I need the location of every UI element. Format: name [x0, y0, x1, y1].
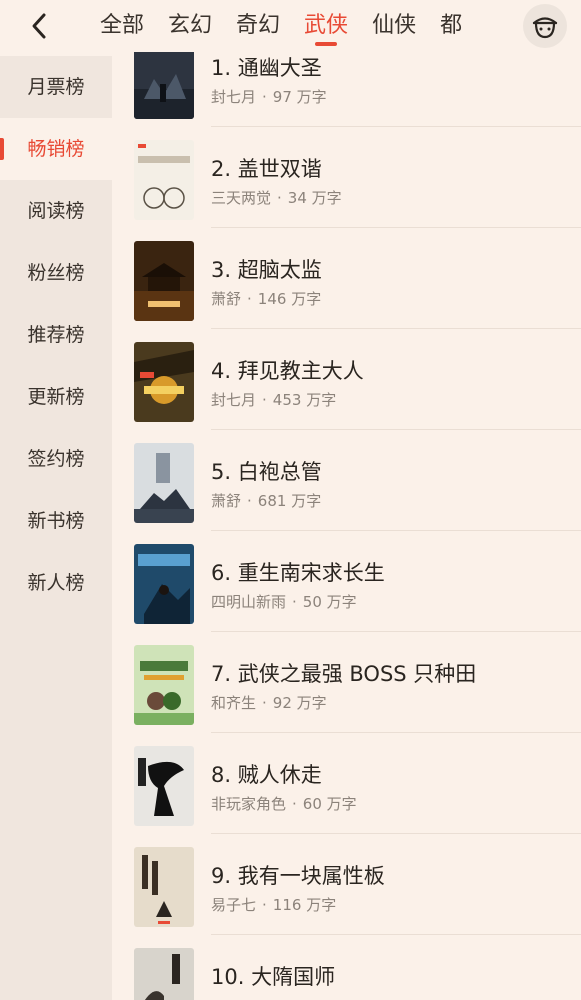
- book-meta: 萧舒 · 146 万字: [211, 290, 322, 308]
- tab-all[interactable]: 全部: [100, 0, 144, 52]
- tab-dushi[interactable]: 都: [440, 0, 462, 52]
- book-author: 和齐生: [211, 694, 257, 712]
- book-cover: [134, 342, 194, 422]
- book-words: 92 万字: [272, 694, 327, 712]
- book-cover: [134, 645, 194, 725]
- sidebar-item-update[interactable]: 更新榜: [0, 366, 112, 428]
- book-info: 7. 武侠之最强 BOSS 只种田 和齐生 · 92 万字: [211, 632, 581, 733]
- book-title: 6. 重生南宋求长生: [211, 561, 385, 585]
- book-author: 封七月: [211, 88, 257, 106]
- book-meta: 三天两觉 · 34 万字: [211, 189, 342, 207]
- sidebar-item-recommend[interactable]: 推荐榜: [0, 304, 112, 366]
- book-cover: [134, 443, 194, 523]
- tab-xuanhuan[interactable]: 玄幻: [168, 0, 212, 52]
- book-words: 97 万字: [272, 88, 327, 106]
- book-title: 4. 拜见教主大人: [211, 359, 364, 383]
- sidebar-item-monthly-ticket[interactable]: 月票榜: [0, 56, 112, 118]
- book-words: 681 万字: [257, 492, 322, 510]
- book-author: 萧舒: [211, 290, 242, 308]
- sidebar-item-bestseller[interactable]: 畅销榜: [0, 118, 112, 180]
- book-cover: [134, 948, 194, 1000]
- book-meta: 封七月 · 453 万字: [211, 391, 337, 409]
- book-title: 1. 通幽大圣: [211, 56, 322, 80]
- book-item[interactable]: 8. 贼人休走 非玩家角色 · 60 万字: [112, 733, 581, 834]
- book-meta: 和齐生 · 92 万字: [211, 694, 327, 712]
- avatar-button[interactable]: [523, 4, 567, 48]
- book-author: 四明山新雨: [211, 593, 287, 611]
- user-avatar-icon: [532, 17, 558, 39]
- book-info: 2. 盖世双谐 三天两觉 · 34 万字: [211, 127, 581, 228]
- book-item[interactable]: 10. 大隋国师: [112, 935, 581, 1000]
- book-meta: 萧舒 · 681 万字: [211, 492, 322, 510]
- category-tabs: 全部 玄幻 奇幻 武侠 仙侠都: [100, 0, 510, 52]
- book-item[interactable]: 7. 武侠之最强 BOSS 只种田 和齐生 · 92 万字: [112, 632, 581, 733]
- book-cover: [134, 847, 194, 927]
- sidebar-item-fans[interactable]: 粉丝榜: [0, 242, 112, 304]
- book-cover: [134, 746, 194, 826]
- book-author: 非玩家角色: [211, 795, 287, 813]
- book-words: 146 万字: [257, 290, 322, 308]
- book-words: 453 万字: [272, 391, 337, 409]
- sidebar-item-reading[interactable]: 阅读榜: [0, 180, 112, 242]
- book-words: 60 万字: [302, 795, 357, 813]
- book-item[interactable]: 5. 白袍总管 萧舒 · 681 万字: [112, 430, 581, 531]
- book-title: 8. 贼人休走: [211, 763, 322, 787]
- book-title: 2. 盖世双谐: [211, 157, 322, 181]
- book-title: 5. 白袍总管: [211, 460, 322, 484]
- chevron-left-icon: [32, 13, 46, 39]
- book-title: 9. 我有一块属性板: [211, 864, 385, 888]
- book-item[interactable]: 4. 拜见教主大人 封七月 · 453 万字: [112, 329, 581, 430]
- book-cover: [134, 241, 194, 321]
- tab-qihuan[interactable]: 奇幻: [236, 0, 280, 52]
- book-item[interactable]: 2. 盖世双谐 三天两觉 · 34 万字: [112, 127, 581, 228]
- book-title: 7. 武侠之最强 BOSS 只种田: [211, 662, 477, 686]
- book-author: 易子七: [211, 896, 257, 914]
- sidebar-item-new-author[interactable]: 新人榜: [0, 552, 112, 614]
- book-item[interactable]: 3. 超脑太监 萧舒 · 146 万字: [112, 228, 581, 329]
- book-info: 9. 我有一块属性板 易子七 · 116 万字: [211, 834, 581, 935]
- book-info: 10. 大隋国师: [211, 935, 581, 1000]
- tab-xianxia[interactable]: 仙侠: [372, 0, 416, 52]
- ranking-sidebar: 月票榜 畅销榜 阅读榜 粉丝榜 推荐榜 更新榜 签约榜 新书榜 新人榜: [0, 56, 112, 1000]
- sidebar-item-new-book[interactable]: 新书榜: [0, 490, 112, 552]
- tab-wuxia[interactable]: 武侠: [304, 0, 348, 52]
- book-meta: 四明山新雨 · 50 万字: [211, 593, 357, 611]
- book-item[interactable]: 9. 我有一块属性板 易子七 · 116 万字: [112, 834, 581, 935]
- tabs-fade: [470, 0, 520, 52]
- book-info: 4. 拜见教主大人 封七月 · 453 万字: [211, 329, 581, 430]
- book-item[interactable]: 6. 重生南宋求长生 四明山新雨 · 50 万字: [112, 531, 581, 632]
- book-cover: [134, 140, 194, 220]
- top-bar: 全部 玄幻 奇幻 武侠 仙侠都: [0, 0, 581, 52]
- book-author: 三天两觉: [211, 189, 272, 207]
- back-button[interactable]: [22, 8, 56, 44]
- book-author: 萧舒: [211, 492, 242, 510]
- book-meta: 易子七 · 116 万字: [211, 896, 337, 914]
- book-info: 6. 重生南宋求长生 四明山新雨 · 50 万字: [211, 531, 581, 632]
- book-words: 34 万字: [287, 189, 342, 207]
- book-list: 1. 通幽大圣 封七月·97 万字 2. 盖世双谐 三天两觉·34 万字: [112, 26, 581, 1000]
- book-author: 封七月: [211, 391, 257, 409]
- book-info: 5. 白袍总管 萧舒 · 681 万字: [211, 430, 581, 531]
- book-info: 8. 贼人休走 非玩家角色 · 60 万字: [211, 733, 581, 834]
- book-meta: 封七月 · 97 万字: [211, 88, 327, 106]
- book-info: 3. 超脑太监 萧舒 · 146 万字: [211, 228, 581, 329]
- book-words: 50 万字: [302, 593, 357, 611]
- book-title: 10. 大隋国师: [211, 965, 336, 989]
- book-title: 3. 超脑太监: [211, 258, 322, 282]
- sidebar-item-signed[interactable]: 签约榜: [0, 428, 112, 490]
- book-meta: 非玩家角色 · 60 万字: [211, 795, 357, 813]
- book-words: 116 万字: [272, 896, 337, 914]
- book-cover: [134, 544, 194, 624]
